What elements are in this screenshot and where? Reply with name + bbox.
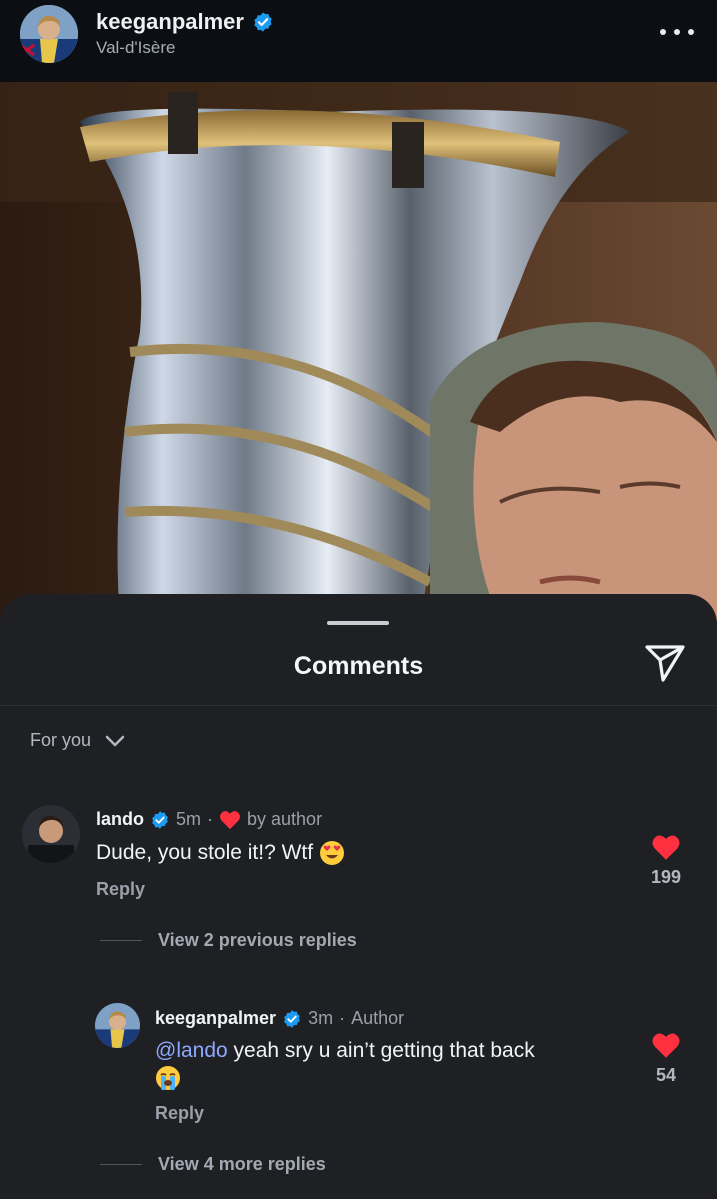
heart-icon[interactable] <box>651 1032 681 1059</box>
sort-dropdown[interactable]: For you <box>30 730 125 751</box>
profile-avatar[interactable] <box>20 5 78 63</box>
comment-meta: lando 5m · by author <box>96 809 323 829</box>
comments-sheet: Comments For you lando 5m · by author Du <box>0 594 717 1199</box>
like-button[interactable]: 54 <box>641 1032 691 1086</box>
mention-link[interactable]: @lando <box>155 1039 228 1062</box>
comment-text: @lando yeah sry u ain’t getting that bac… <box>155 1037 605 1091</box>
reply-button[interactable]: Reply <box>96 879 145 900</box>
commenter-avatar[interactable] <box>95 1003 140 1048</box>
verified-badge-icon <box>152 810 168 829</box>
crying-emoji <box>156 1066 180 1091</box>
comment-text: Dude, you stole it!? Wtf <box>96 839 345 866</box>
verified-badge-icon <box>254 12 272 32</box>
verified-badge-icon <box>284 1009 300 1028</box>
like-count: 199 <box>650 867 682 887</box>
post-photo[interactable] <box>0 82 717 622</box>
comment-meta: keeganpalmer 3m · Author <box>155 1008 405 1028</box>
heart-icon <box>220 810 241 829</box>
commenter-avatar[interactable] <box>22 805 80 863</box>
like-button[interactable]: 199 <box>641 834 691 888</box>
send-icon[interactable] <box>643 642 687 684</box>
chevron-down-icon <box>105 735 125 746</box>
post-location[interactable]: Val-d'Isère <box>96 38 175 58</box>
heart-icon[interactable] <box>651 834 681 861</box>
header-divider <box>0 705 717 706</box>
sheet-title: Comments <box>293 652 424 680</box>
heart-eyes-emoji <box>319 841 344 866</box>
view-replies-button[interactable]: View 2 previous replies <box>100 930 357 951</box>
view-replies-button[interactable]: View 4 more replies <box>100 1154 326 1175</box>
sheet-drag-handle[interactable] <box>327 621 389 625</box>
more-options-icon[interactable] <box>660 24 694 40</box>
post-header: keeganpalmer Val-d'Isère <box>0 0 717 82</box>
reply-button[interactable]: Reply <box>155 1103 204 1124</box>
post-username[interactable]: keeganpalmer <box>96 9 274 35</box>
like-count: 54 <box>655 1065 677 1085</box>
